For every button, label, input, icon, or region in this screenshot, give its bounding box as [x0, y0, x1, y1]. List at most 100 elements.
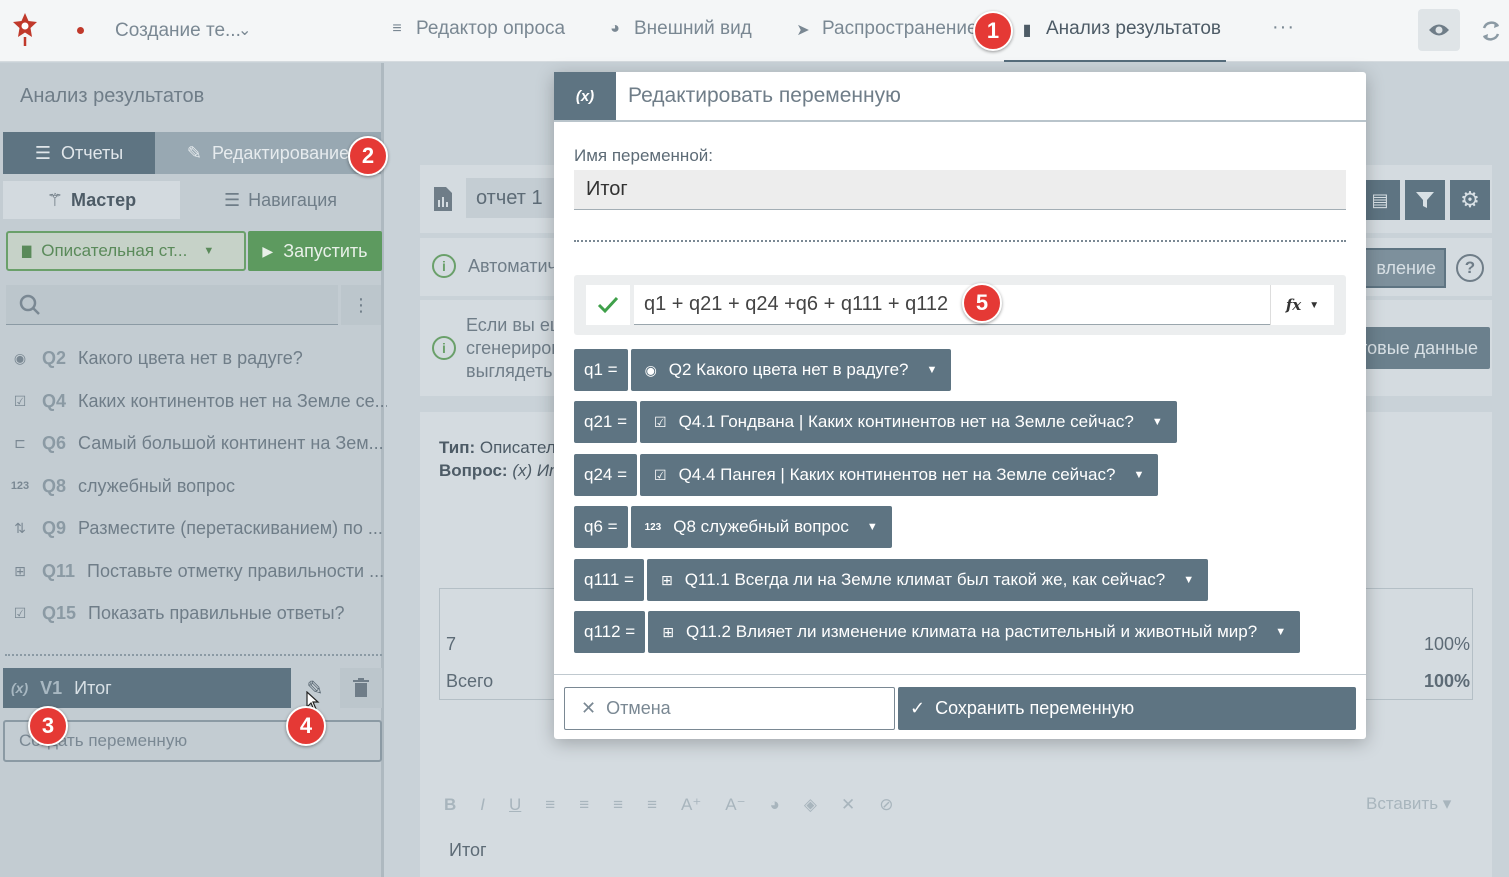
save-variable-button[interactable]: ✓ Сохранить переменную — [898, 687, 1356, 730]
variable-mapping-row: q24 = ☑ Q4.4 Пангея | Каких континентов … — [574, 454, 1159, 496]
info-text: i Если вы ещ сгенериров выглядеть — [432, 314, 565, 383]
question-select[interactable]: ◉ Q2 Какого цвета нет в радуге? ▼ — [630, 349, 952, 391]
help-icon[interactable]: ? — [1456, 254, 1484, 282]
editor-toolbar: B I U ≡ ≡ ≡ ≡ A⁺ A⁻ ◕ ◈ ✕ ⊘ — [430, 784, 1480, 826]
align-right-icon[interactable]: ≡ — [613, 795, 623, 815]
question-item[interactable]: 123 Q8 служебный вопрос — [10, 471, 235, 501]
question-item[interactable]: ⊏ Q6 Самый большой континент на Зем... — [10, 428, 383, 458]
question-select[interactable]: ⊞ Q11.2 Влияет ли изменение климата на р… — [648, 611, 1301, 653]
test-data-button[interactable]: товые данные — [1346, 327, 1490, 369]
tab-navigation[interactable]: ☰ Навигация — [180, 181, 381, 219]
filter-button[interactable] — [1405, 180, 1445, 220]
table-cell: 100% — [1424, 634, 1471, 654]
info-icon: i — [432, 254, 456, 278]
edit-list-icon: ≡ — [392, 20, 402, 37]
list-icon: ☰ — [223, 189, 241, 210]
insert-dropdown[interactable]: Вставить ▾ — [1366, 794, 1451, 814]
analysis-type-select[interactable]: ▇ Описательная ст... ▼ — [6, 231, 246, 271]
question-select[interactable]: ⊞ Q11.1 Всегда ли на Земле климат был та… — [646, 559, 1209, 601]
caret-down-icon: ▼ — [203, 245, 215, 257]
more-menu-icon[interactable]: ··· — [1272, 16, 1295, 39]
number-icon: 123 — [644, 521, 662, 533]
search-input[interactable] — [6, 285, 338, 325]
caret-down-icon: ▼ — [1309, 299, 1320, 311]
list-icon: ☰ — [34, 142, 51, 163]
dialog-title: Редактировать переменную — [628, 84, 901, 107]
editor-content[interactable]: Итог — [449, 840, 487, 861]
variable-name-label: Имя переменной: — [574, 146, 713, 165]
logo-icon[interactable] — [10, 10, 40, 48]
checkbox-icon: ☑ — [654, 466, 667, 483]
tab-results-analysis[interactable]: ▮ Анализ результатов — [1004, 18, 1226, 62]
preview-button[interactable] — [1418, 9, 1460, 51]
trash-icon — [353, 678, 369, 697]
font-size-up-icon[interactable]: A⁺ — [681, 795, 701, 815]
italic-icon[interactable]: I — [480, 795, 485, 815]
palette-icon[interactable]: ◕ — [770, 795, 780, 815]
survey-name[interactable]: Создание те... — [115, 20, 241, 42]
play-icon: ▶ — [262, 242, 274, 259]
question-item[interactable]: ⊞ Q11 Поставьте отметку правильности ... — [10, 556, 384, 586]
question-item[interactable]: ◉ Q2 Какого цвета нет в радуге? — [10, 343, 303, 373]
question-item[interactable]: ⇅ Q9 Разместите (перетаскиванием) по ... — [10, 513, 383, 543]
delete-variable-button[interactable] — [340, 668, 382, 708]
tab-appearance[interactable]: ◕ Внешний вид — [606, 18, 752, 62]
annotation-badge: 4 — [286, 706, 326, 746]
edit-mode-button[interactable]: ✎ Редактирование — [155, 132, 381, 174]
checkbox-icon: ☑ — [13, 604, 27, 621]
radio-icon: ◉ — [13, 349, 27, 366]
variable-mapping-row: q6 = 123 Q8 служебный вопрос ▼ — [574, 506, 892, 548]
run-button[interactable]: ▶ Запустить — [248, 231, 382, 271]
palette-icon: ◕ — [610, 20, 620, 37]
settings-button[interactable]: ⚙ — [1450, 180, 1490, 220]
grid-icon: ⊞ — [14, 562, 26, 579]
tab-survey-editor[interactable]: ≡ Редактор опроса — [388, 18, 565, 62]
underline-icon[interactable]: U — [509, 795, 521, 815]
cancel-button[interactable]: ✕ Отмена — [564, 687, 895, 730]
tab-distribution[interactable]: ➤ Распространение — [794, 18, 977, 62]
question-select[interactable]: 123 Q8 служебный вопрос ▼ — [630, 506, 892, 548]
formula-input[interactable]: q1 + q21 + q24 +q6 + q111 + q112 — [634, 285, 1270, 325]
bar-chart-icon: ▮ — [1022, 22, 1032, 39]
magic-wand-icon: ⚚ — [46, 189, 64, 210]
sidebar-title: Анализ результатов — [20, 85, 205, 107]
chart-icon: ▇ — [22, 244, 32, 258]
bold-icon[interactable]: B — [444, 795, 456, 815]
dropdown-icon: ⊏ — [14, 434, 26, 451]
remove-icon[interactable]: ⊘ — [879, 795, 893, 815]
kebab-menu-icon[interactable]: ⋮ — [341, 285, 381, 325]
report-name-input[interactable]: отчет 1 — [466, 178, 566, 218]
radio-icon: ◉ — [644, 361, 657, 378]
divider — [5, 654, 382, 656]
chevron-down-icon[interactable]: ⌄ — [238, 20, 251, 40]
refresh-icon[interactable] — [1478, 18, 1504, 44]
variable-mapping-row: q21 = ☑ Q4.1 Гондвана | Каких континенто… — [574, 401, 1177, 443]
clear-format-icon[interactable]: ✕ — [841, 795, 855, 815]
font-size-down-icon[interactable]: A⁻ — [725, 795, 745, 815]
align-left-icon[interactable]: ≡ — [545, 795, 555, 815]
variable-item[interactable]: (x) V1 Итог — [3, 668, 291, 708]
question-select[interactable]: ☑ Q4.1 Гондвана | Каких континентов нет … — [640, 401, 1177, 443]
sidebar: Анализ результатов ☰ Отчеты ✎ Редактиров… — [0, 63, 390, 877]
variable-mapping-row: q111 = ⊞ Q11.1 Всегда ли на Земле климат… — [574, 559, 1209, 601]
grid-icon: ⊞ — [660, 571, 673, 588]
variable-name-input[interactable]: Итог — [574, 170, 1346, 210]
align-center-icon[interactable]: ≡ — [579, 795, 589, 815]
validate-button[interactable] — [586, 285, 630, 325]
dialog-footer: ✕ Отмена ✓ Сохранить переменную — [554, 674, 1366, 739]
info-icon: i — [432, 336, 456, 360]
align-justify-icon[interactable]: ≡ — [647, 795, 657, 815]
auto-update-row: i Автоматич — [432, 254, 557, 278]
variable-mapping-row: q1 = ◉ Q2 Какого цвета нет в радуге? ▼ — [574, 349, 952, 391]
question-select[interactable]: ☑ Q4.4 Пангея | Каких континентов нет на… — [640, 454, 1159, 496]
question-item[interactable]: ☑ Q4 Каких континентов нет на Земле се..… — [10, 386, 390, 416]
fill-color-icon[interactable]: ◈ — [804, 795, 817, 815]
tab-master[interactable]: ⚚ Мастер — [3, 181, 180, 219]
dialog-header: (x) Редактировать переменную — [554, 72, 1366, 122]
function-dropdown[interactable]: fx ▼ — [1270, 285, 1334, 325]
question-item[interactable]: ☑ Q15 Показать правильные ответы? — [10, 598, 345, 628]
export-button[interactable]: ▤ — [1360, 180, 1400, 220]
caret-down-icon: ▼ — [926, 364, 938, 376]
reports-button[interactable]: ☰ Отчеты — [3, 132, 155, 174]
table-cell: 100% — [1424, 671, 1471, 691]
